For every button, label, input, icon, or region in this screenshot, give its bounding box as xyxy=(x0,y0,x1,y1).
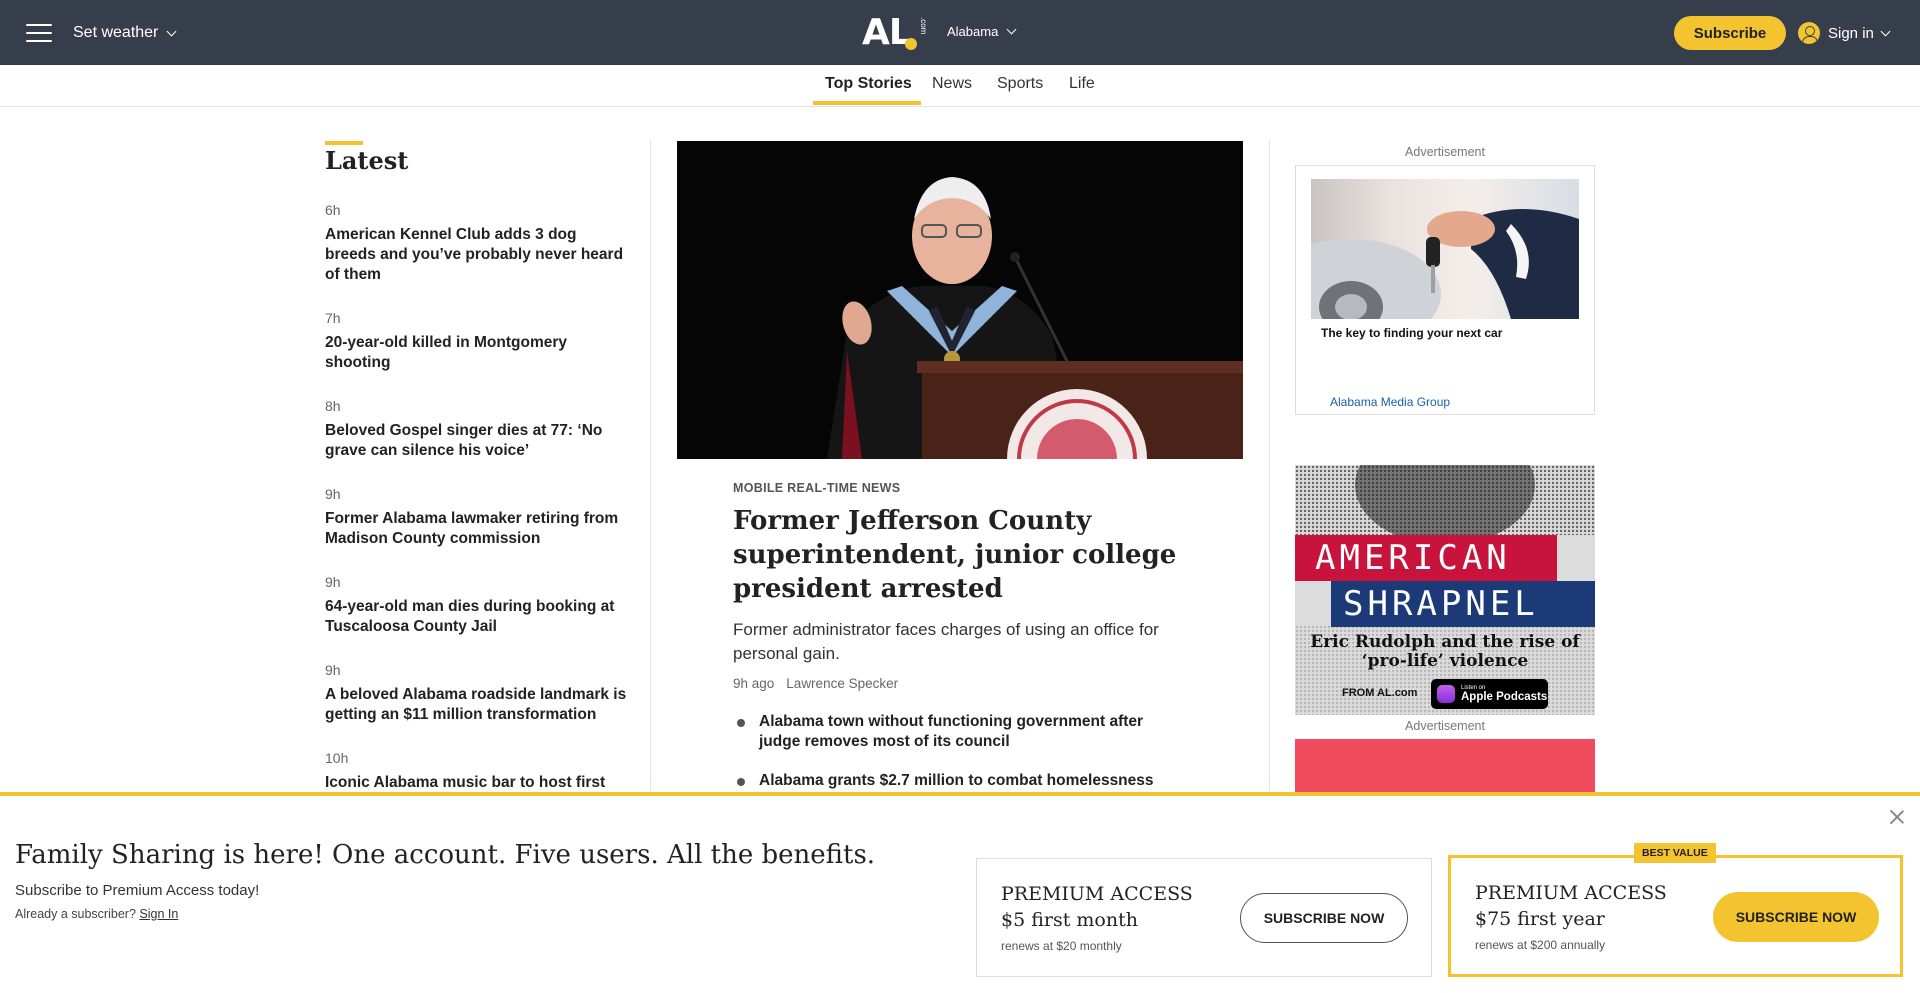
latest-item[interactable]: 9h 64-year-old man dies during booking a… xyxy=(325,573,630,637)
latest-headline: Iconic Alabama music bar to host first xyxy=(325,774,606,791)
car-ad[interactable]: The key to finding your next car Alabama… xyxy=(1295,165,1595,415)
ad-banner[interactable] xyxy=(1295,739,1595,799)
chevron-down-icon xyxy=(1880,26,1891,36)
site-logo[interactable]: AL .com xyxy=(862,14,928,52)
latest-time: 9h xyxy=(325,486,341,502)
story-dek: Former administrator faces charges of us… xyxy=(733,620,1159,663)
subscription-overlay: Family Sharing is here! One account. Fiv… xyxy=(0,792,1920,993)
related-headline: Alabama town without functioning governm… xyxy=(759,713,1144,750)
menu-icon[interactable] xyxy=(26,24,52,42)
car-key-ad-image xyxy=(1311,179,1579,319)
close-icon[interactable] xyxy=(1888,808,1906,826)
region-label: Alabama xyxy=(947,24,999,39)
speaker-at-podium-image xyxy=(677,141,1243,459)
weather-selector[interactable]: Set weather xyxy=(73,24,177,42)
latest-headline: American Kennel Club adds 3 dog breeds a… xyxy=(325,226,624,283)
logo-com: .com xyxy=(918,16,928,34)
paywall-sign-in-link[interactable]: Sign In xyxy=(139,907,178,921)
latest-headline: A beloved Alabama roadside landmark is g… xyxy=(325,686,627,723)
latest-item[interactable]: 8h Beloved Gospel singer dies at 77: ‘No… xyxy=(325,397,630,461)
paywall-subtitle: Subscribe to Premium Access today! xyxy=(15,882,260,899)
podcast-title-line2: SHRAPNEL xyxy=(1331,581,1595,627)
related-story[interactable]: Alabama town without functioning governm… xyxy=(737,712,1167,752)
latest-time: 6h xyxy=(325,202,341,218)
section-nav: Top Stories News Sports Life xyxy=(0,65,1920,107)
active-tab-indicator xyxy=(813,101,921,105)
column-divider xyxy=(650,140,651,800)
story-meta: 9h ago Lawrence Specker xyxy=(733,676,898,691)
ad-label: Advertisement xyxy=(1405,145,1485,159)
chevron-down-icon xyxy=(1006,24,1017,35)
plan-annual: PREMIUM ACCESS $75 first year renews at … xyxy=(1448,855,1903,977)
plan-name: PREMIUM ACCESS xyxy=(1475,882,1667,904)
latest-item[interactable]: 7h 20-year-old killed in Montgomery shoo… xyxy=(325,309,630,373)
latest-time: 7h xyxy=(325,310,341,326)
plan-renewal: renews at $200 annually xyxy=(1475,938,1606,952)
latest-headline: Beloved Gospel singer dies at 77: ‘No gr… xyxy=(325,422,603,459)
tab-top-stories[interactable]: Top Stories xyxy=(825,75,912,93)
latest-time: 9h xyxy=(325,662,341,678)
story-headline[interactable]: Former Jefferson County superintendent, … xyxy=(733,504,1213,606)
latest-time: 10h xyxy=(325,750,349,766)
plan-price: $5 first month xyxy=(1001,909,1138,931)
latest-item[interactable]: 10h Iconic Alabama music bar to host fir… xyxy=(325,749,630,793)
latest-item[interactable]: 9h Former Alabama lawmaker retiring from… xyxy=(325,485,630,549)
hero-image[interactable] xyxy=(677,141,1243,459)
user-icon xyxy=(1798,22,1820,44)
latest-headline: 20-year-old killed in Montgomery shootin… xyxy=(325,334,568,371)
top-bar: Set weather AL .com Alabama Subscribe Si… xyxy=(0,0,1920,65)
related-story[interactable]: Alabama grants $2.7 million to combat ho… xyxy=(737,771,1167,791)
story-time: 9h ago xyxy=(733,676,775,691)
related-headline: Alabama grants $2.7 million to combat ho… xyxy=(759,772,1154,789)
chevron-down-icon xyxy=(166,26,177,36)
latest-heading: Latest xyxy=(325,146,409,175)
weather-label: Set weather xyxy=(73,24,159,41)
paywall-title: Family Sharing is here! One account. Fiv… xyxy=(15,840,876,870)
tab-sports[interactable]: Sports xyxy=(997,75,1043,93)
bullet-icon xyxy=(737,778,745,786)
plan-renewal: renews at $20 monthly xyxy=(1001,939,1122,953)
podcast-icon xyxy=(1437,685,1455,703)
sign-in-label: Sign in xyxy=(1828,24,1874,42)
region-selector[interactable]: Alabama xyxy=(947,24,1017,39)
subscribe-monthly-button[interactable]: SUBSCRIBE NOW xyxy=(1240,893,1408,943)
best-value-badge: BEST VALUE xyxy=(1634,843,1716,863)
latest-time: 8h xyxy=(325,398,341,414)
subscribe-annual-button[interactable]: SUBSCRIBE NOW xyxy=(1713,892,1879,942)
already-text: Already a subscriber? xyxy=(15,907,136,921)
podcast-subtitle: Eric Rudolph and the rise of ‘pro-life’ … xyxy=(1310,632,1580,671)
latest-item[interactable]: 6h American Kennel Club adds 3 dog breed… xyxy=(325,201,630,285)
bullet-icon xyxy=(737,719,745,727)
tab-life[interactable]: Life xyxy=(1069,75,1095,93)
subscribe-button[interactable]: Subscribe xyxy=(1674,16,1786,50)
story-author[interactable]: Lawrence Specker xyxy=(786,676,898,691)
ad-sponsor: Alabama Media Group xyxy=(1330,395,1451,409)
podcast-title-line1: AMERICAN xyxy=(1295,535,1557,581)
car-key-illustration xyxy=(1311,209,1579,319)
ad-label: Advertisement xyxy=(1405,719,1485,733)
already-subscriber: Already a subscriber? Sign In xyxy=(15,907,178,921)
sign-in-menu[interactable]: Sign in xyxy=(1798,22,1891,44)
podcast-ad[interactable]: AMERICAN SHRAPNEL Eric Rudolph and the r… xyxy=(1295,465,1595,715)
apple-podcasts-button[interactable]: Listen on Apple Podcasts xyxy=(1431,679,1548,709)
plan-price: $75 first year xyxy=(1475,908,1605,930)
tab-news[interactable]: News xyxy=(932,75,972,93)
column-divider xyxy=(1269,140,1270,800)
ad-headline: The key to finding your next car xyxy=(1321,326,1503,340)
podcast-from: FROM AL.com xyxy=(1342,687,1418,699)
latest-time: 9h xyxy=(325,574,341,590)
logo-text: AL xyxy=(862,12,912,53)
plan-monthly: PREMIUM ACCESS $5 first month renews at … xyxy=(976,858,1432,977)
latest-item[interactable]: 9h A beloved Alabama roadside landmark i… xyxy=(325,661,630,725)
latest-headline: 64-year-old man dies during booking at T… xyxy=(325,598,615,635)
latest-accent-bar xyxy=(325,141,363,145)
story-section-label[interactable]: MOBILE REAL-TIME NEWS xyxy=(733,481,900,495)
latest-headline: Former Alabama lawmaker retiring from Ma… xyxy=(325,510,619,547)
plan-name: PREMIUM ACCESS xyxy=(1001,883,1193,905)
apple-big-text: Apple Podcasts xyxy=(1461,691,1548,703)
logo-dot-icon xyxy=(904,38,917,50)
